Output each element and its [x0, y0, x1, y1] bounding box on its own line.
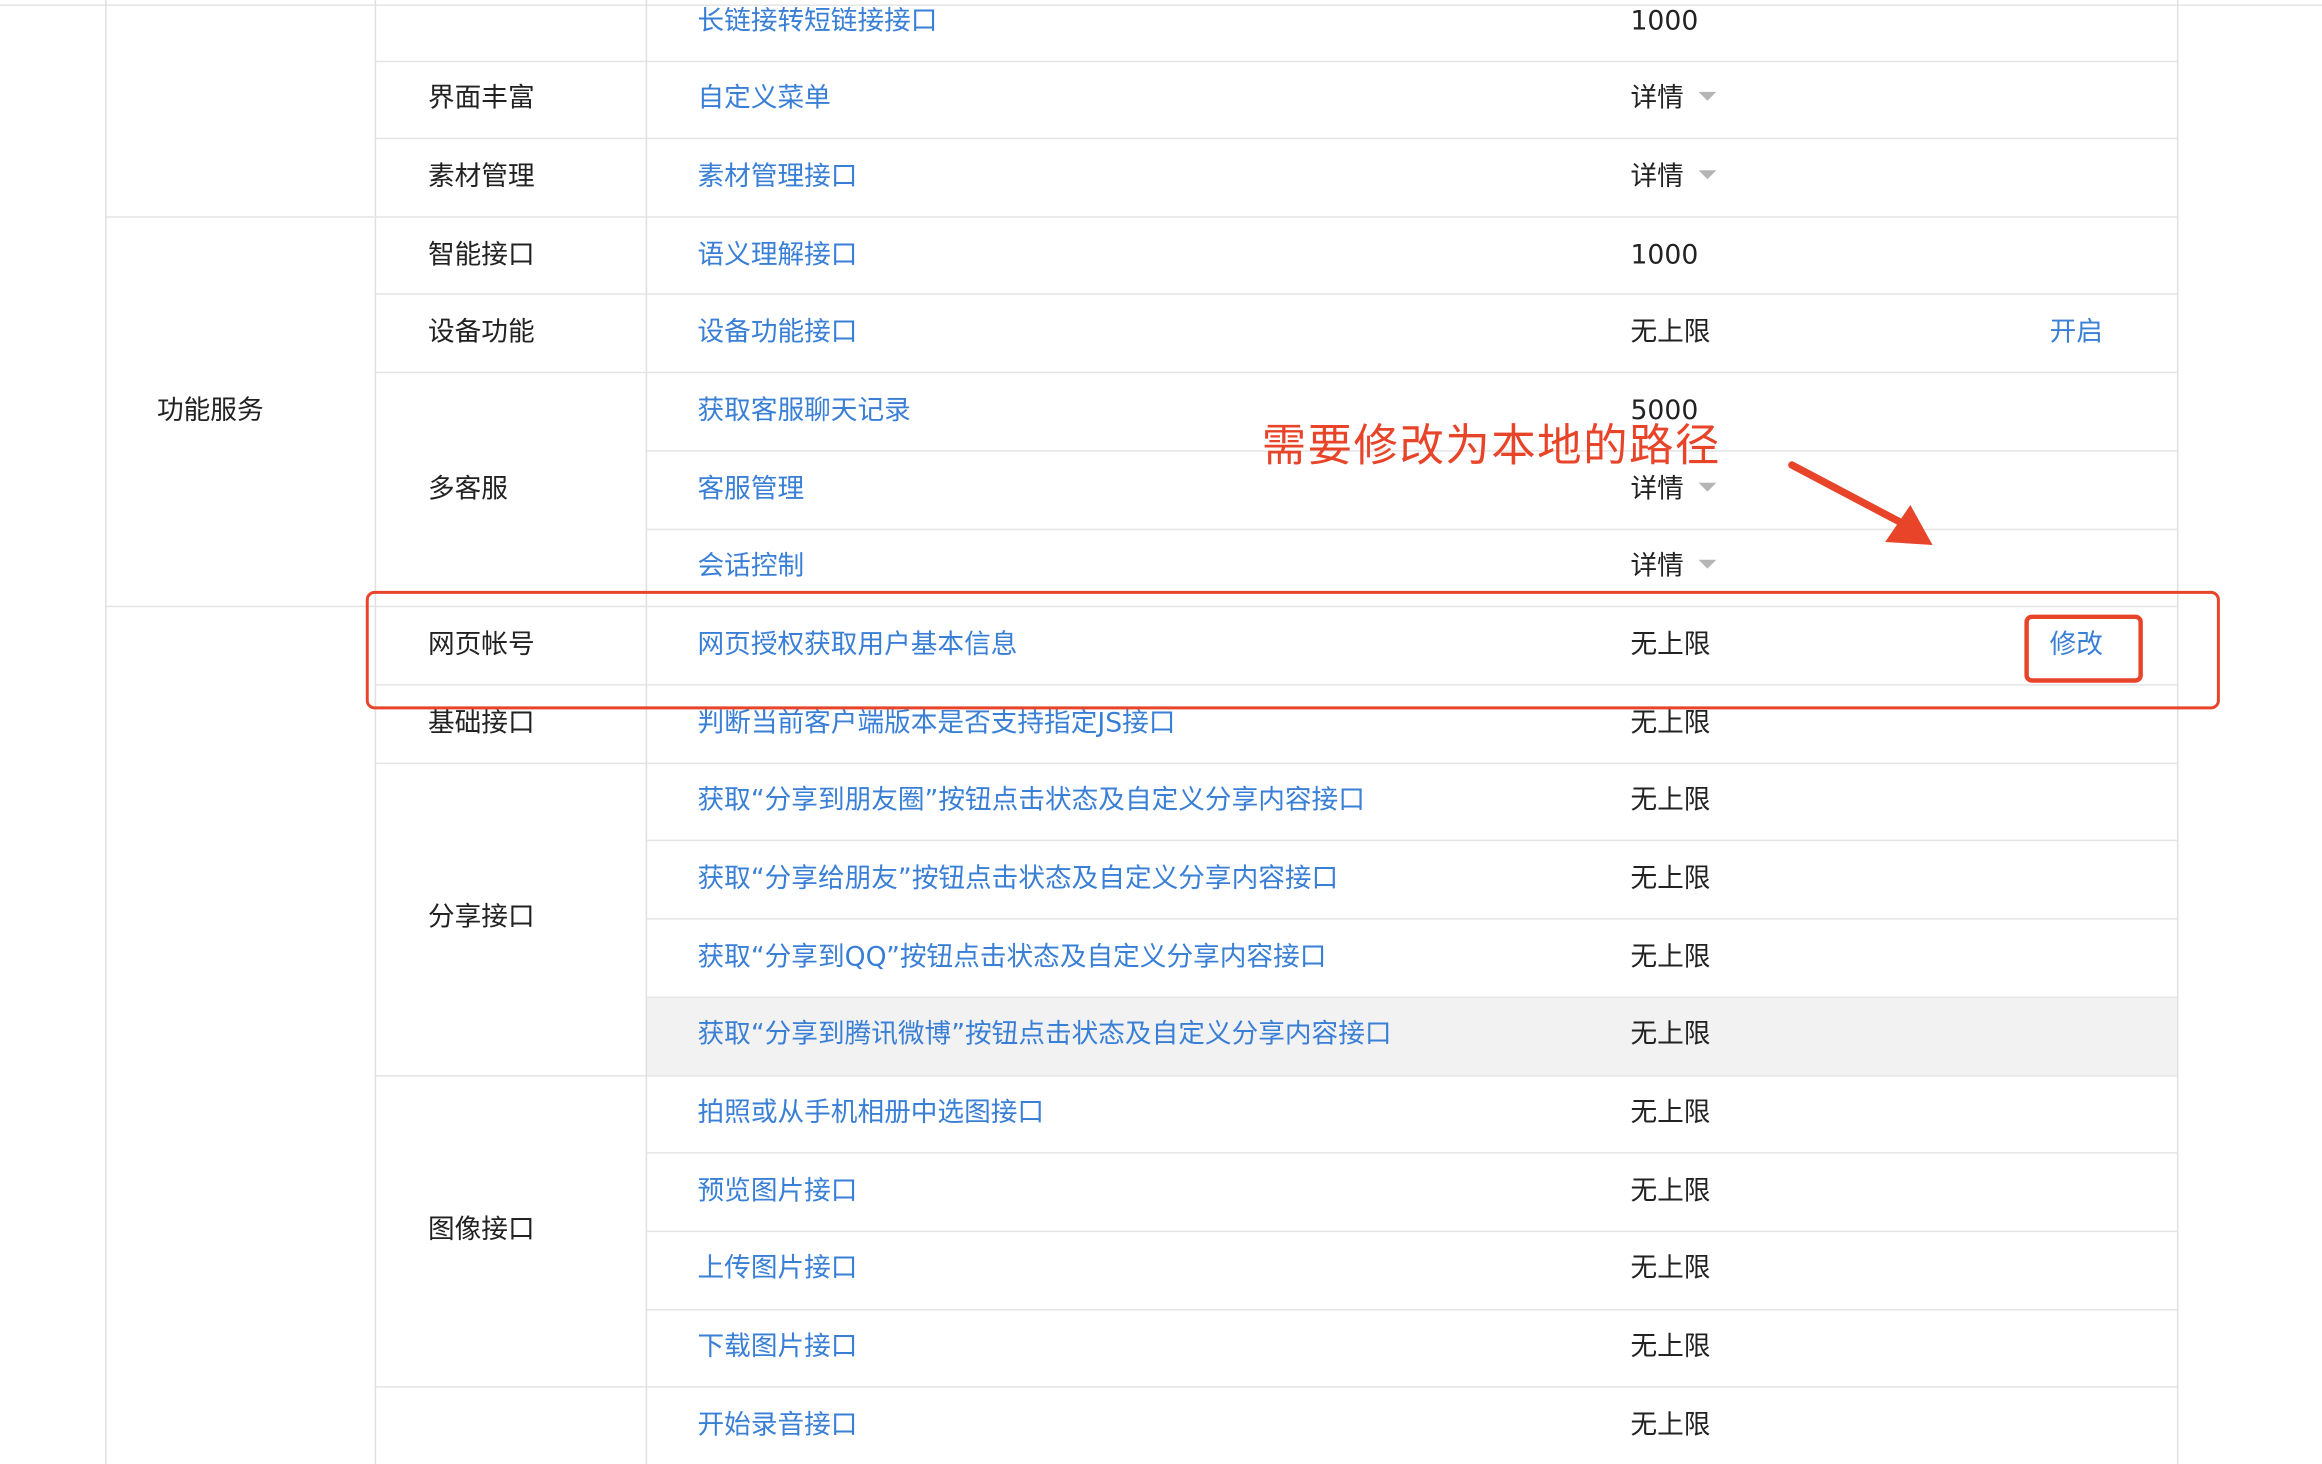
row-divider [374, 762, 2177, 765]
quota-value: 无上限 [1630, 316, 1711, 349]
quota-detail-label: 详情 [1630, 550, 1684, 582]
column-divider [105, 0, 107, 1464]
row-divider [374, 293, 2177, 295]
quota-detail-dropdown[interactable]: 详情 [1630, 160, 1717, 196]
category-image-interface: 图像接口 [427, 1214, 535, 1246]
quota-detail-label: 详情 [1630, 161, 1684, 193]
row-divider [645, 996, 2177, 999]
row-divider [374, 137, 2177, 140]
row-divider [645, 1152, 2177, 1154]
row-divider [374, 371, 2177, 374]
caret-down-icon [1698, 170, 1717, 180]
category-share-interface: 分享接口 [427, 901, 535, 933]
group-label-function-service: 功能服务 [156, 395, 264, 427]
quota-detail-dropdown[interactable]: 详情 [1630, 81, 1717, 117]
enable-button[interactable]: 开启 [2050, 315, 2103, 351]
row-divider [645, 1230, 2177, 1233]
api-link-share-friend[interactable]: 获取“分享给朋友”按钮点击状态及自定义分享内容接口 [698, 862, 1339, 898]
quota-value: 无上限 [1630, 1252, 1711, 1284]
row-divider [374, 1386, 2177, 1388]
category-material-management: 素材管理 [427, 161, 535, 193]
row-divider [645, 1309, 2177, 1311]
column-divider [645, 0, 648, 1464]
api-link-choose-image[interactable]: 拍照或从手机相册中选图接口 [698, 1096, 1045, 1132]
quota-value: 无上限 [1630, 1175, 1711, 1207]
quota-value: 无上限 [1630, 707, 1711, 739]
category-smart-interface: 智能接口 [427, 239, 535, 272]
api-link-session-control[interactable]: 会话控制 [698, 549, 805, 585]
quota-value: 无上限 [1630, 941, 1711, 973]
column-divider [2176, 0, 2179, 1464]
api-link-upload-image[interactable]: 上传图片接口 [698, 1251, 858, 1287]
highlight-box-modify [2024, 614, 2143, 683]
row-divider [105, 216, 2177, 218]
quota-detail-dropdown[interactable]: 详情 [1630, 472, 1717, 508]
quota-value: 无上限 [1630, 1018, 1711, 1050]
row-divider [645, 839, 2177, 842]
quota-detail-label: 详情 [1630, 473, 1684, 505]
row-divider [645, 918, 2177, 920]
api-link-start-record[interactable]: 开始录音接口 [698, 1408, 858, 1444]
column-divider [374, 0, 377, 1464]
api-link-download-image[interactable]: 下载图片接口 [698, 1330, 858, 1366]
api-link-chat-records[interactable]: 获取客服聊天记录 [698, 394, 911, 430]
highlight-box-row [365, 590, 2220, 710]
api-link-preview-image[interactable]: 预览图片接口 [698, 1174, 858, 1210]
category-device-function: 设备功能 [427, 316, 535, 349]
api-link-long-to-short-url[interactable]: 长链接转短链接接口 [698, 4, 938, 40]
api-link-share-timeline[interactable]: 获取“分享到朋友圈”按钮点击状态及自定义分享内容接口 [698, 783, 1365, 819]
arrow-head [1885, 504, 1933, 545]
row-divider [374, 1075, 2177, 1077]
row-divider [374, 60, 2177, 63]
category-ui-rich: 界面丰富 [427, 82, 535, 115]
quota-value: 无上限 [1630, 1409, 1711, 1441]
caret-down-icon [1698, 482, 1717, 492]
quota-value: 无上限 [1630, 1097, 1711, 1129]
quota-value: 无上限 [1630, 1331, 1711, 1363]
caret-down-icon [1698, 559, 1717, 569]
caret-down-icon [1698, 91, 1717, 101]
quota-value: 1000 [1630, 239, 1699, 272]
api-link-customer-service-management[interactable]: 客服管理 [698, 472, 805, 508]
page: 功能服务 界面丰富 素材管理 智能接口 设备功能 多客服 网页帐号 基础接口 分… [0, 0, 2322, 1464]
quota-detail-dropdown[interactable]: 详情 [1630, 549, 1717, 585]
quota-value: 无上限 [1630, 863, 1711, 895]
api-link-check-js-api[interactable]: 判断当前客户端版本是否支持指定JS接口 [698, 706, 1176, 742]
table-top-border [0, 4, 2322, 6]
api-link-share-weibo[interactable]: 获取“分享到腾讯微博”按钮点击状态及自定义分享内容接口 [698, 1017, 1392, 1053]
api-link-material-management[interactable]: 素材管理接口 [698, 160, 858, 196]
api-link-semantic-understanding[interactable]: 语义理解接口 [698, 238, 858, 274]
api-link-custom-menu[interactable]: 自定义菜单 [698, 81, 831, 117]
category-basic-interface: 基础接口 [427, 707, 535, 739]
arrow-shaft [1788, 461, 1903, 525]
category-customer-service: 多客服 [427, 473, 508, 505]
arrow-icon [1788, 461, 1933, 545]
annotation-text: 需要修改为本地的路径 [1261, 420, 1721, 473]
api-link-share-qq[interactable]: 获取“分享到QQ”按钮点击状态及自定义分享内容接口 [698, 940, 1327, 976]
quota-value: 1000 [1630, 5, 1699, 38]
quota-detail-label: 详情 [1630, 82, 1684, 115]
quota-value: 无上限 [1630, 784, 1711, 816]
api-permission-table: 功能服务 界面丰富 素材管理 智能接口 设备功能 多客服 网页帐号 基础接口 分… [0, 0, 2322, 1464]
api-link-device-function[interactable]: 设备功能接口 [698, 315, 858, 351]
